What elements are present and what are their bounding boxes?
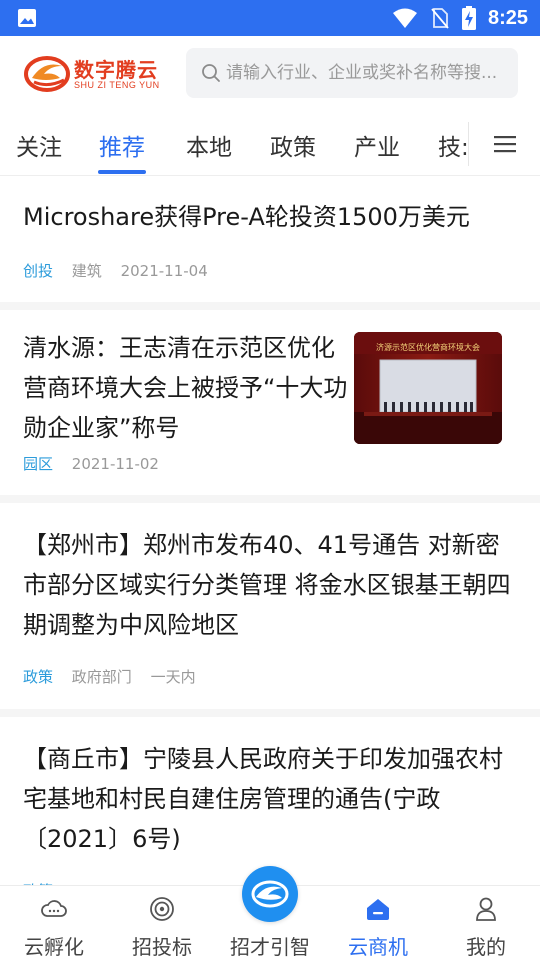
logo-text-en: SHU ZI TENG YUN: [74, 80, 160, 90]
news-feed[interactable]: Microshare获得Pre-A轮投资1500万美元 创投 建筑 2021-1…: [0, 177, 540, 885]
article-card[interactable]: 【商丘市】宁陵县人民政府关于印发加强农村宅基地和村民自建住房管理的通告(宁政〔2…: [0, 717, 540, 885]
tab-menu-button[interactable]: [468, 122, 540, 166]
thumbnail-caption: 济源示范区优化营商环境大会: [376, 343, 480, 352]
search-input[interactable]: [226, 63, 514, 83]
article-meta: 政策 政府部门 一天内: [23, 666, 210, 687]
article-tag[interactable]: 政策: [23, 668, 53, 686]
article-date: 2021-11-02: [71, 455, 159, 473]
no-sim-icon: [431, 8, 449, 29]
cloud-business-icon: [367, 899, 389, 920]
tab-strip[interactable]: 关注 推荐 本地 政策 产业 技:: [0, 112, 468, 176]
article-meta: 创投 建筑 2021-11-04: [23, 260, 222, 281]
tab-follow[interactable]: 关注: [16, 128, 62, 162]
status-icons: 8:25: [392, 0, 528, 36]
talent-logo-icon: [251, 880, 289, 908]
status-time: 8:25: [487, 6, 528, 29]
wifi-icon: [392, 8, 417, 28]
nav-label: 云孵化: [24, 935, 84, 959]
article-title[interactable]: 清水源：王志清在示范区优化营商环境大会上被授予“十大功勋企业家”称号: [23, 328, 351, 448]
tab-industry[interactable]: 产业: [354, 128, 400, 162]
app-logo[interactable]: 数字腾云 SHU ZI TENG YUN: [24, 52, 174, 96]
search-icon: [202, 64, 220, 82]
article-meta-item: 政府部门: [71, 668, 132, 686]
nav-bidding[interactable]: 招投标: [108, 886, 216, 960]
article-thumbnail[interactable]: 济源示范区优化营商环境大会: [354, 332, 502, 444]
nav-label: 招投标: [132, 935, 192, 959]
nav-profile[interactable]: 我的: [432, 886, 540, 960]
search-box[interactable]: [186, 48, 518, 98]
tab-policy[interactable]: 政策: [270, 128, 316, 162]
article-card[interactable]: 【郑州市】郑州市发布40、41号通告 对新密市部分区域实行分类管理 将金水区银基…: [0, 503, 540, 717]
logo-text-cn: 数字腾云: [74, 58, 158, 82]
tab-technology[interactable]: 技:: [438, 128, 468, 162]
hamburger-menu-icon: [493, 136, 516, 153]
status-bar: 8:25: [0, 0, 540, 36]
logo-mark-icon: [24, 56, 70, 92]
active-tab-indicator: [98, 170, 146, 174]
article-title[interactable]: 【郑州市】郑州市发布40、41号通告 对新密市部分区域实行分类管理 将金水区银基…: [23, 525, 523, 645]
article-time: 一天内: [150, 668, 196, 686]
tab-local[interactable]: 本地: [186, 128, 232, 162]
cloud-incubator-icon: [41, 900, 67, 917]
profile-icon: [476, 897, 496, 921]
article-tag[interactable]: 创投: [23, 262, 53, 280]
image-notification-icon: [18, 9, 36, 27]
tab-recommended[interactable]: 推荐: [99, 128, 145, 162]
nav-label: 我的: [466, 935, 506, 959]
article-title[interactable]: Microshare获得Pre-A轮投资1500万美元: [23, 197, 523, 237]
article-title[interactable]: 【商丘市】宁陵县人民政府关于印发加强农村宅基地和村民自建住房管理的通告(宁政〔2…: [23, 739, 523, 859]
top-header: 数字腾云 SHU ZI TENG YUN: [0, 36, 540, 110]
nav-label: 招才引智: [230, 935, 310, 959]
talent-center-button[interactable]: [242, 866, 298, 922]
nav-cloud-business[interactable]: 云商机: [324, 886, 432, 960]
article-date: 2021-11-04: [120, 262, 208, 280]
category-tabs: 关注 推荐 本地 政策 产业 技:: [0, 112, 540, 176]
article-card[interactable]: Microshare获得Pre-A轮投资1500万美元 创投 建筑 2021-1…: [0, 177, 540, 310]
battery-charging-icon: [461, 6, 476, 30]
article-meta-item: 建筑: [71, 262, 102, 280]
nav-cloud-incubator[interactable]: 云孵化: [0, 886, 108, 960]
article-card[interactable]: 清水源：王志清在示范区优化营商环境大会上被授予“十大功勋企业家”称号 济源示范区…: [0, 310, 540, 503]
target-bidding-icon: [150, 897, 174, 921]
nav-label: 云商机: [348, 935, 408, 959]
app-screen: 8:25 数字腾云 SHU ZI TENG YUN 关注 推荐 本地: [0, 0, 540, 960]
article-meta: 园区 2021-11-02: [23, 453, 173, 474]
article-tag[interactable]: 园区: [23, 455, 53, 473]
